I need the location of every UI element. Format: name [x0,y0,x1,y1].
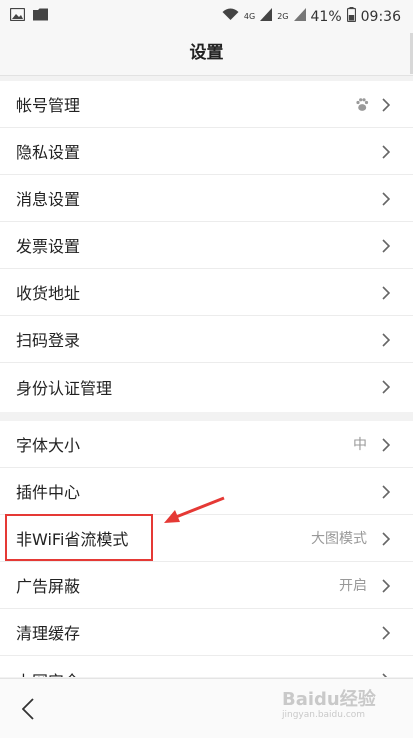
paw-icon [355,97,369,116]
chevron-right-icon [382,437,391,456]
baidu-watermark: Baidu经验 jingyan.baidu.com [282,689,376,721]
row-value: 大图模式 [311,531,367,547]
settings-group-account: 帐号管理 隐私设置 消息设置 发票设置 收货地址 扫码登录 身份认证管理 [0,81,413,412]
chevron-right-icon [382,484,391,503]
chevron-right-icon [382,625,391,644]
row-label: 消息设置 [16,190,81,209]
settings-row-account[interactable]: 帐号管理 [0,81,413,128]
row-value: 开启 [339,578,367,594]
settings-row-ad-block[interactable]: 广告屏蔽 开启 [0,562,413,609]
image-icon [9,7,26,25]
row-label: 帐号管理 [16,96,81,115]
battery-icon [346,7,356,26]
status-right: 4G 2G 41% 09:36 [222,7,401,26]
settings-row-identity[interactable]: 身份认证管理 [0,363,413,410]
chevron-right-icon [382,531,391,550]
row-label: 清理缓存 [16,624,81,643]
row-label: 广告屏蔽 [16,577,81,596]
chevron-right-icon [382,144,391,163]
chevron-right-icon [382,97,391,116]
annotation-highlight-box [5,514,153,561]
settings-row-web-security[interactable]: 上网安全 [0,656,413,677]
chevron-right-icon [382,379,391,398]
row-label: 收货地址 [16,284,81,303]
settings-row-qr-login[interactable]: 扫码登录 [0,316,413,363]
battery-percent: 41% [310,8,342,25]
row-label: 发票设置 [16,237,81,256]
row-label: 隐私设置 [16,143,81,162]
status-left [9,7,48,25]
chevron-right-icon [382,578,391,597]
settings-row-clear-cache[interactable]: 清理缓存 [0,609,413,656]
watermark-line2: jingyan.baidu.com [282,710,366,720]
network-2g-label: 2G [277,12,289,21]
settings-row-font-size[interactable]: 字体大小 中 [0,421,413,468]
row-label: 字体大小 [16,436,81,455]
row-label: 身份认证管理 [16,378,113,398]
settings-row-invoice[interactable]: 发票设置 [0,222,413,269]
row-label: 上网安全 [16,668,80,678]
settings-row-privacy[interactable]: 隐私设置 [0,128,413,175]
chevron-right-icon [382,238,391,257]
status-time: 09:36 [360,8,401,25]
signal-icon [293,8,306,25]
title-bar: 设置 [0,33,413,76]
chevron-right-icon [382,285,391,304]
settings-row-address[interactable]: 收货地址 [0,269,413,316]
signal-icon [260,8,273,25]
page-title: 设置 [189,43,224,63]
chevron-right-icon [382,332,391,351]
folder-icon [33,8,48,25]
chevron-right-icon [382,672,390,677]
status-bar: 4G 2G 41% 09:36 [0,0,413,33]
wifi-icon [222,8,239,25]
annotation-arrow-icon [160,496,226,532]
back-button[interactable] [21,698,34,724]
row-value: 中 [353,437,367,453]
settings-row-messages[interactable]: 消息设置 [0,175,413,222]
row-label: 扫码登录 [16,331,81,350]
row-label: 插件中心 [16,483,81,502]
watermark-line1: Baidu经验 [282,689,376,710]
chevron-right-icon [382,191,391,210]
network-4g-label: 4G [243,12,256,21]
